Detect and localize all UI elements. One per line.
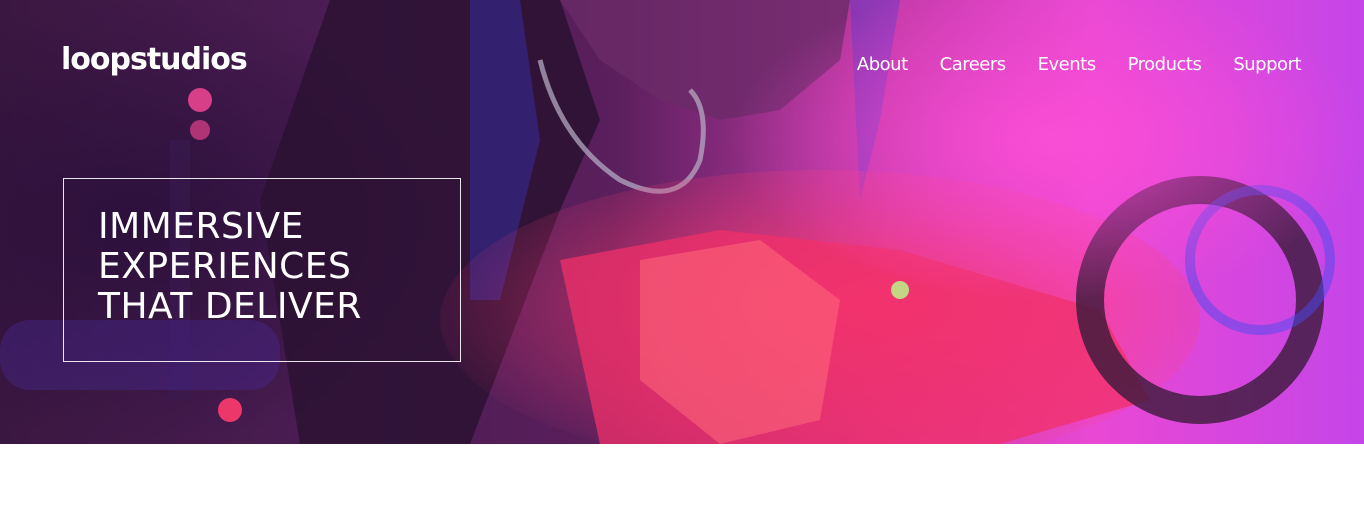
hero-headline-line-3: THAT DELIVER bbox=[98, 286, 362, 327]
nav-link-careers[interactable]: Careers bbox=[940, 52, 1007, 78]
nav-link-products[interactable]: Products bbox=[1128, 52, 1202, 78]
hero-headline-line-2: EXPERIENCES bbox=[98, 246, 352, 287]
nav-link-about[interactable]: About bbox=[857, 52, 908, 78]
hero-banner: loopstudios About Careers Events Product… bbox=[0, 0, 1364, 444]
nav-link-support[interactable]: Support bbox=[1233, 52, 1301, 78]
hero-headline-line-1: IMMERSIVE bbox=[98, 206, 304, 247]
page-body-background bbox=[0, 444, 1364, 514]
main-nav: About Careers Events Products Support bbox=[857, 52, 1302, 78]
hero-headline-box: IMMERSIVE EXPERIENCES THAT DELIVER bbox=[63, 178, 461, 362]
nav-link-events[interactable]: Events bbox=[1038, 52, 1096, 78]
brand-logo[interactable]: loopstudios bbox=[61, 40, 248, 80]
